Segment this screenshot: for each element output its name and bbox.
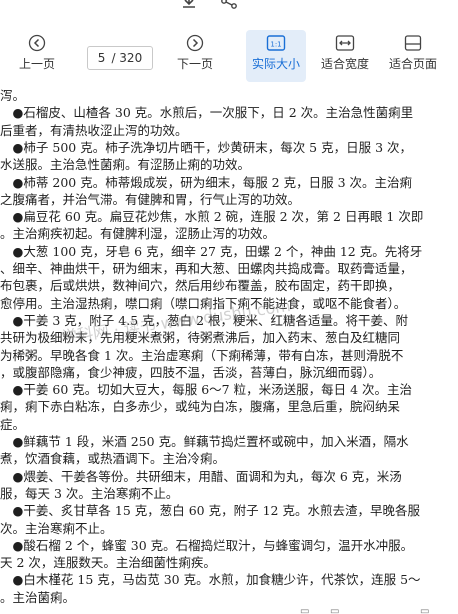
actual-size-label: 实际大小 [251,57,300,71]
share-icon[interactable] [220,0,238,10]
bottom-icon-a[interactable]: ▭ [300,606,314,614]
actual-size-button[interactable]: 1:1 实际大小 [246,30,306,82]
prev-page-label: 上一页 [18,57,55,71]
fit-width-label: 适合宽度 [320,57,369,71]
page-number-field[interactable]: 5 / 320 [87,46,153,70]
bottom-icon-b[interactable]: ▭ [330,606,344,614]
fit-page-icon [404,35,422,51]
bottom-bar: ▭ ▭ ▭ [0,604,458,614]
reader-toolbar: 上一页 下一页 1:1 实际大小 适合宽度 适合页面 [0,30,458,82]
fit-page-button[interactable]: 适合页面 [384,30,442,82]
actual-size-icon: 1:1 [266,35,286,51]
prev-page-button[interactable]: 上一页 [14,30,60,82]
bottom-icon-c[interactable]: ▭ [420,606,434,614]
chevron-left-circle-icon [28,34,46,52]
fit-width-icon [335,35,355,51]
fit-width-button[interactable]: 适合宽度 [316,30,374,82]
next-page-label: 下一页 [176,57,213,71]
svg-text:1:1: 1:1 [270,41,281,49]
next-page-button[interactable]: 下一页 [172,30,218,82]
current-page-input[interactable]: 5 [98,51,106,65]
chevron-right-circle-icon [186,34,204,52]
fit-page-label: 适合页面 [388,57,437,71]
text-line: 。主治菌痢。 [0,589,76,604]
download-icon[interactable] [180,0,198,10]
total-pages: / 320 [111,51,143,65]
top-system-bar [0,0,458,12]
